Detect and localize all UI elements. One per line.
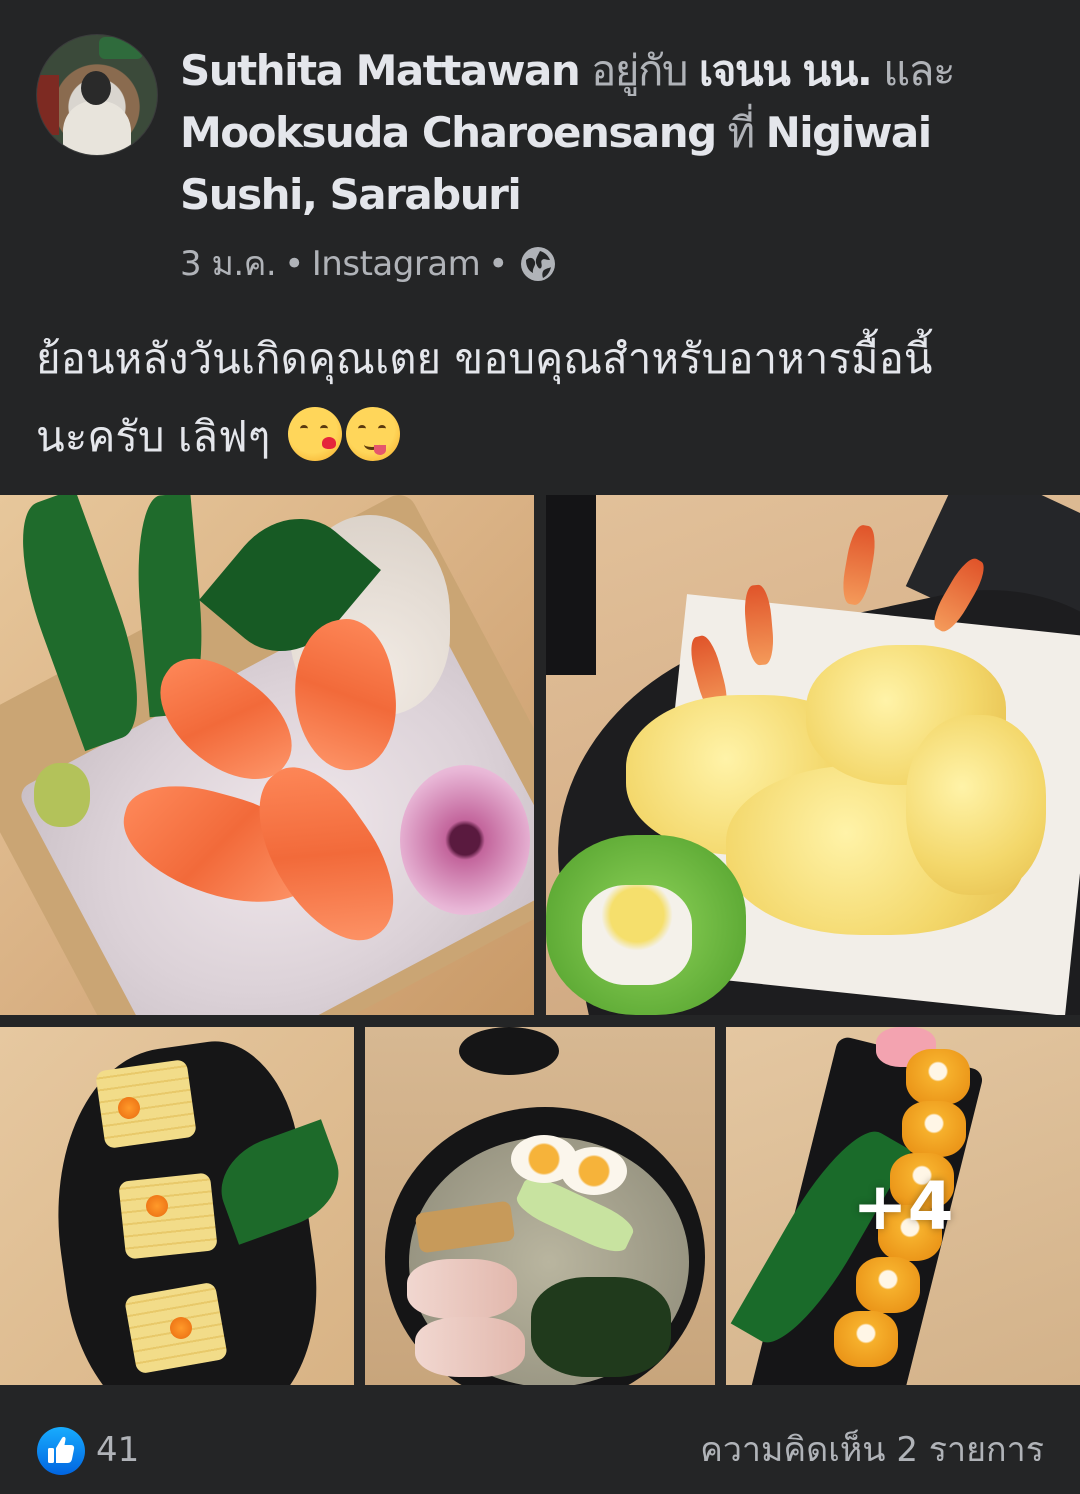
like-count[interactable]: 41 xyxy=(96,1424,139,1476)
post-date-link[interactable]: 3 ม.ค. xyxy=(180,238,277,290)
like-thumb-icon[interactable] xyxy=(36,1426,86,1476)
with-label: อยู่กับ xyxy=(591,46,688,95)
avatar-sign xyxy=(99,37,143,59)
post-headline: Suthita Mattawan อยู่กับ เจนน นน. และ Mo… xyxy=(180,40,1040,226)
kissing-heart-emoji xyxy=(287,407,342,461)
author-name-link[interactable]: Suthita Mattawan xyxy=(180,46,581,95)
facebook-post: Suthita Mattawan อยู่กับ เจนน นน. และ Mo… xyxy=(0,0,1080,1494)
caption-line-2-text: นะครับ เลิฟๆ xyxy=(36,412,271,461)
avatar-person-head xyxy=(81,71,111,105)
comment-count-link[interactable]: ความคิดเห็น 2 รายการ xyxy=(700,1424,1044,1476)
tagged-person-2-link[interactable]: Mooksuda Charoensang xyxy=(180,108,717,157)
salmon-sashimi-photo[interactable] xyxy=(0,495,534,1015)
sushi-roll-photo[interactable]: +4 xyxy=(726,1027,1080,1385)
tamago-sushi-photo[interactable] xyxy=(0,1027,354,1385)
more-photos-count[interactable]: +4 xyxy=(726,1027,1080,1385)
avatar-person-body xyxy=(63,101,131,155)
yum-face-emoji xyxy=(345,407,400,461)
ramen-photo[interactable] xyxy=(365,1027,715,1385)
tagged-person-1-link[interactable]: เจนน นน. xyxy=(699,46,873,95)
post-footer: 41 ความคิดเห็น 2 รายการ xyxy=(0,1386,1080,1494)
post-caption: ย้อนหลังวันเกิดคุณเตย ขอบคุณสำหรับอาหารม… xyxy=(36,320,1046,476)
photo-grid: +4 xyxy=(0,495,1080,1385)
meta-separator: • xyxy=(284,244,304,284)
meta-separator: • xyxy=(488,244,508,284)
at-label: ที่ xyxy=(727,108,756,157)
globe-icon[interactable] xyxy=(520,246,556,282)
author-avatar[interactable] xyxy=(36,34,158,156)
and-label: และ xyxy=(883,46,955,95)
avatar-background xyxy=(37,75,59,135)
post-meta: 3 ม.ค. • Instagram • xyxy=(180,238,556,290)
shrimp-tempura-photo[interactable] xyxy=(546,495,1080,1015)
caption-line-1: ย้อนหลังวันเกิดคุณเตย ขอบคุณสำหรับอาหารม… xyxy=(36,334,933,383)
post-source: Instagram xyxy=(311,244,481,284)
caption-line-2: นะครับ เลิฟๆ xyxy=(36,398,1046,476)
